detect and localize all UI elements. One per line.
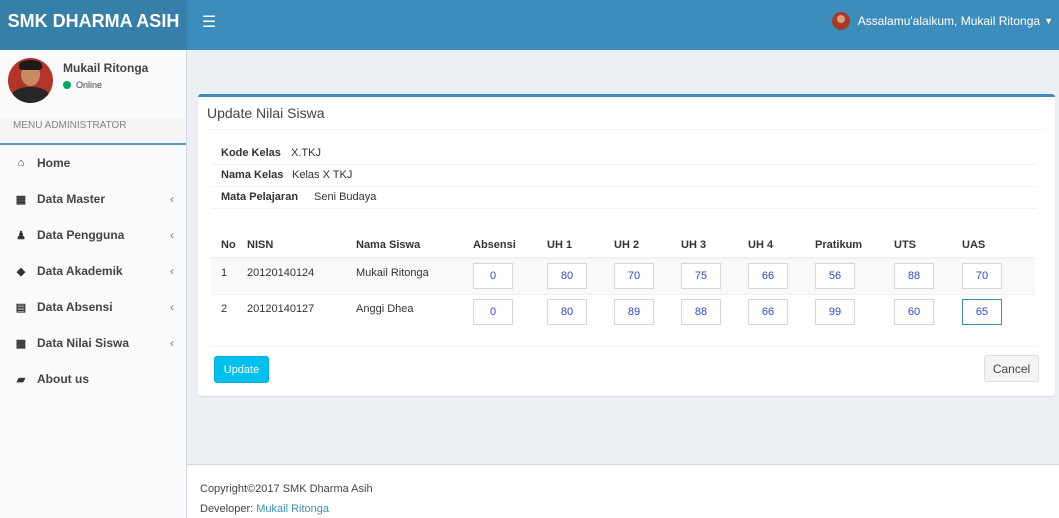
column-header: Pratikum: [805, 232, 884, 259]
sidebar-item-data-akademik[interactable]: ◆ Data Akademik ‹: [0, 253, 186, 289]
info-kode-kelas: Kode Kelas X.TKJ: [211, 144, 1037, 165]
cell-nama-siswa: Anggi Dhea: [346, 293, 463, 330]
chevron-left-icon: ‹: [170, 264, 174, 278]
info-value: X.TKJ: [291, 147, 321, 159]
sidebar-item-label: Data Akademik: [37, 264, 123, 278]
user-avatar: [8, 58, 53, 103]
column-header: UH 4: [738, 232, 805, 259]
sidebar-user-name: Mukail Ritonga: [63, 61, 149, 75]
menu-header: MENU ADMINISTRATOR: [0, 118, 186, 145]
sidebar: Mukail Ritonga Online MENU ADMINISTRATOR…: [0, 50, 187, 518]
pratikum-input[interactable]: [815, 263, 855, 290]
grades-table: No NISN Nama Siswa Absensi UH 1 UH 2 UH …: [211, 232, 1035, 330]
info-mata-pelajaran: Mata Pelajaran Seni Budaya: [211, 188, 1037, 209]
sidebar-menu: ⌂ Home ▦ Data Master ‹ ♟ Data Pengguna ‹…: [0, 145, 186, 397]
avatar: [831, 12, 850, 30]
online-status: Online: [63, 80, 102, 90]
pratikum-input[interactable]: [815, 299, 855, 326]
info-label: Mata Pelajaran: [221, 191, 299, 203]
update-button[interactable]: Update: [214, 356, 269, 383]
uts-input[interactable]: [894, 299, 934, 326]
calendar-icon: ▤: [15, 301, 27, 314]
user-panel: Mukail Ritonga Online: [8, 58, 183, 114]
info-value: Kelas X TKJ: [292, 169, 353, 181]
uts-input[interactable]: [894, 263, 934, 290]
grid-icon: ▦: [15, 193, 27, 206]
developer-label: Developer:: [200, 503, 254, 515]
column-header: Absensi: [463, 232, 537, 259]
cell-no: 1: [211, 257, 237, 294]
user-icon: ♟: [16, 229, 26, 242]
column-header: NISN: [237, 232, 346, 259]
sidebar-item-home[interactable]: ⌂ Home: [0, 145, 186, 181]
online-dot-icon: [63, 81, 71, 89]
copyright-text: Copyright©2017 SMK Dharma Asih: [200, 483, 373, 495]
chevron-left-icon: ‹: [170, 228, 174, 242]
absensi-input[interactable]: [473, 299, 513, 326]
page-title: Update Nilai Siswa: [207, 105, 325, 121]
info-nama-kelas: Nama Kelas Kelas X TKJ: [211, 166, 1037, 187]
sidebar-toggle-icon[interactable]: ☰: [197, 11, 221, 35]
table-row: 1 20120140124 Mukail Ritonga: [211, 257, 1035, 294]
column-header: UH 3: [671, 232, 738, 259]
sidebar-item-data-absensi[interactable]: ▤ Data Absensi ‹: [0, 289, 186, 325]
table-header-row: No NISN Nama Siswa Absensi UH 1 UH 2 UH …: [211, 232, 1035, 259]
info-label: Kode Kelas: [221, 147, 281, 159]
uh4-input[interactable]: [748, 299, 788, 326]
page-footer: Copyright©2017 SMK Dharma Asih Developer…: [187, 464, 1059, 518]
uh4-input[interactable]: [748, 263, 788, 290]
th-large-icon: ▩: [15, 337, 27, 350]
tag-icon: ◆: [16, 265, 26, 278]
cell-nisn: 20120140127: [237, 293, 346, 330]
user-greeting: Assalamu'alaikum, Mukail Ritonga: [857, 14, 1041, 28]
chevron-left-icon: ‹: [170, 192, 174, 206]
absensi-input[interactable]: [473, 263, 513, 290]
sidebar-item-data-master[interactable]: ▦ Data Master ‹: [0, 181, 186, 217]
sidebar-item-about-us[interactable]: ▰ About us: [0, 361, 186, 397]
book-icon: ▰: [16, 373, 26, 386]
column-header: No: [211, 232, 237, 259]
uh3-input[interactable]: [681, 263, 721, 290]
sidebar-item-label: About us: [37, 372, 89, 386]
uh1-input[interactable]: [547, 263, 587, 290]
caret-down-icon: ▼: [1044, 16, 1053, 26]
cell-nama-siswa: Mukail Ritonga: [346, 257, 463, 294]
uas-input[interactable]: [962, 299, 1002, 326]
sidebar-item-data-pengguna[interactable]: ♟ Data Pengguna ‹: [0, 217, 186, 253]
column-header: UAS: [952, 232, 1035, 259]
brand-logo[interactable]: SMK DHARMA ASIH: [0, 0, 187, 50]
divider: [207, 129, 1046, 130]
update-form-box: Update Nilai Siswa Kode Kelas X.TKJ Nama…: [198, 94, 1055, 396]
developer-credit: Developer: Mukail Ritonga: [200, 503, 329, 515]
divider: [211, 346, 1037, 347]
table-row: 2 20120140127 Anggi Dhea: [211, 293, 1035, 330]
sidebar-item-label: Home: [37, 156, 71, 170]
column-header: Nama Siswa: [346, 232, 463, 259]
home-icon: ⌂: [17, 157, 25, 169]
status-label: Online: [76, 80, 103, 90]
chevron-left-icon: ‹: [170, 336, 174, 350]
info-label: Nama Kelas: [221, 169, 284, 181]
uh2-input[interactable]: [614, 299, 654, 326]
cell-no: 2: [211, 293, 237, 330]
uh3-input[interactable]: [681, 299, 721, 326]
uh2-input[interactable]: [614, 263, 654, 290]
sidebar-item-label: Data Pengguna: [37, 228, 125, 242]
uas-input[interactable]: [962, 263, 1002, 290]
column-header: UH 1: [537, 232, 604, 259]
sidebar-item-label: Data Absensi: [37, 300, 113, 314]
sidebar-item-label: Data Master: [37, 192, 106, 206]
cell-nisn: 20120140124: [237, 257, 346, 294]
chevron-left-icon: ‹: [170, 300, 174, 314]
uh1-input[interactable]: [547, 299, 587, 326]
top-navbar: SMK DHARMA ASIH ☰ Assalamu'alaikum, Muka…: [0, 0, 1059, 50]
developer-link[interactable]: Mukail Ritonga: [256, 503, 329, 515]
cancel-button[interactable]: Cancel: [984, 355, 1039, 382]
info-value: Seni Budaya: [314, 191, 377, 203]
user-menu[interactable]: Assalamu'alaikum, Mukail Ritonga ▼: [831, 0, 1053, 42]
column-header: UH 2: [604, 232, 671, 259]
sidebar-item-data-nilai-siswa[interactable]: ▩ Data Nilai Siswa ‹: [0, 325, 186, 361]
column-header: UTS: [884, 232, 952, 259]
sidebar-item-label: Data Nilai Siswa: [37, 336, 130, 350]
